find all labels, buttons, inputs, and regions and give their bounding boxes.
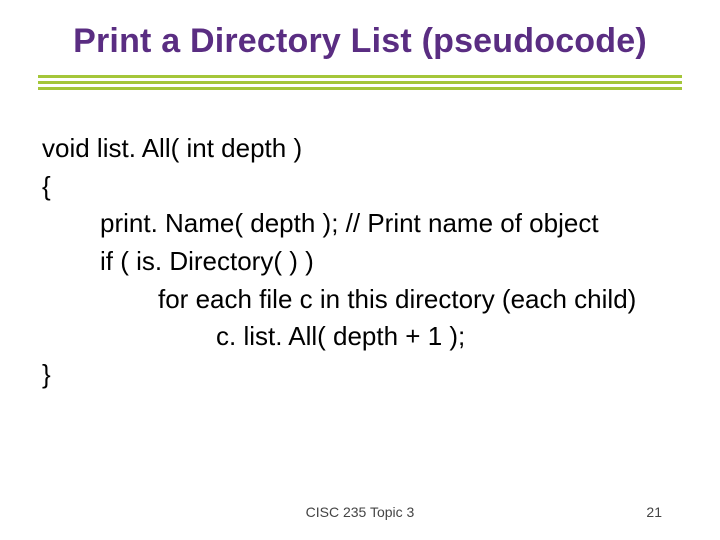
footer-center-text: CISC 235 Topic 3	[306, 504, 415, 520]
code-line: {	[42, 168, 682, 206]
divider-line	[38, 81, 682, 84]
code-line: c. list. All( depth + 1 );	[42, 318, 682, 356]
footer: CISC 235 Topic 3 21	[0, 504, 720, 520]
code-block: void list. All( int depth ) { print. Nam…	[38, 130, 682, 394]
slide-title: Print a Directory List (pseudocode)	[38, 22, 682, 61]
code-line: void list. All( int depth )	[42, 130, 682, 168]
code-line: for each file c in this directory (each …	[42, 281, 682, 319]
divider-line	[38, 87, 682, 90]
code-line: }	[42, 356, 682, 394]
slide: Print a Directory List (pseudocode) void…	[0, 0, 720, 540]
page-number: 21	[646, 504, 662, 520]
divider-line	[38, 75, 682, 78]
code-line: print. Name( depth ); // Print name of o…	[42, 205, 682, 243]
divider-lines	[38, 75, 682, 90]
code-line: if ( is. Directory( ) )	[42, 243, 682, 281]
